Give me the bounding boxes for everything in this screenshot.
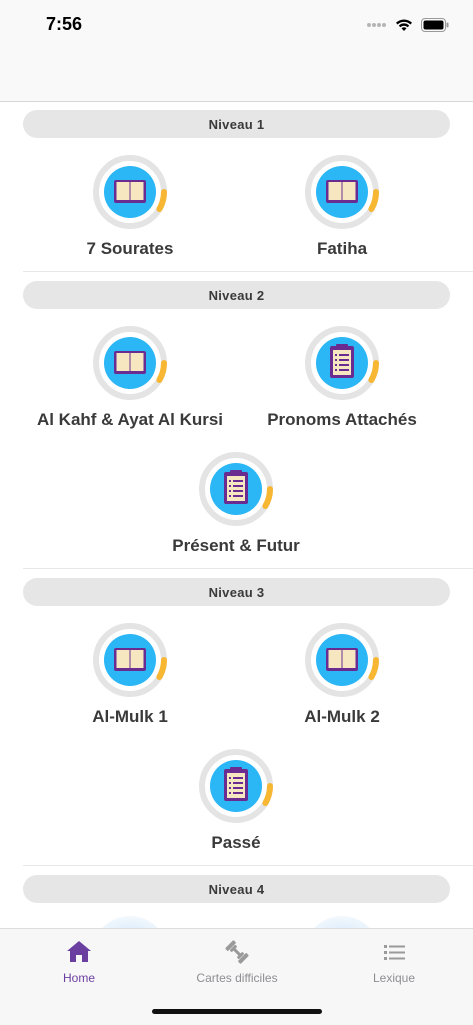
tab-home[interactable]: Home [0,929,158,989]
clipboard-icon [199,452,273,526]
clipboard-icon [305,326,379,400]
lesson-title: Passé [211,833,261,852]
book-icon [305,623,379,697]
book-icon [93,326,167,400]
cellular-signal-icon [367,23,386,27]
level-header-4: Niveau 4 [23,875,450,903]
tab-label: Lexique [372,971,416,985]
lesson-card[interactable]: Pronoms Attachés [242,325,442,445]
book-icon [305,155,379,229]
home-indicator [152,1009,322,1014]
lesson-card[interactable]: Al-Mulk 1 [30,622,230,742]
divider [23,568,473,569]
book-icon [93,155,167,229]
lesson-card[interactable]: Al-Mulk 2 [242,622,442,742]
divider [23,271,473,272]
tab-cartes-difficiles[interactable]: Cartes difficiles [158,929,316,989]
clipboard-icon [199,749,273,823]
lesson-title: Al-Mulk 1 [92,707,168,726]
lesson-card[interactable]: Fatiha [242,154,442,274]
tab-lexique[interactable]: Lexique [315,929,473,989]
lesson-card[interactable]: Présent & Futur [136,451,336,571]
lesson-title: 7 Sourates [86,239,174,258]
level-header-3: Niveau 3 [23,578,450,606]
lesson-card[interactable]: Passé [136,748,336,868]
lesson-title: Fatiha [316,239,368,258]
battery-icon [421,18,449,32]
lesson-title: Pronoms Attachés [267,410,417,429]
divider [23,865,473,866]
list-icon [384,945,405,960]
lesson-list[interactable]: Niveau 1 7 Sourates Fatiha Niveau 2 Al K… [0,102,473,928]
home-icon [67,941,91,962]
lesson-card[interactable]: 7 Sourates [30,154,230,274]
lesson-title: Al Kahf & Ayat Al Kursi [36,410,224,429]
tab-label: Home [62,971,95,985]
lesson-title: Al-Mulk 2 [304,707,380,726]
status-bar: 7:56 [0,0,473,50]
dumbbell-icon [225,940,249,964]
book-icon [93,623,167,697]
level-header-1: Niveau 1 [23,110,450,138]
level-header-2: Niveau 2 [23,281,450,309]
lesson-title: Présent & Futur [172,536,300,555]
lesson-card[interactable]: Al Kahf & Ayat Al Kursi [30,325,230,445]
wifi-icon [396,19,412,31]
status-time: 7:56 [46,14,83,34]
tab-label: Cartes difficiles [196,971,278,985]
status-icons [367,17,449,33]
navigation-bar [0,50,473,102]
